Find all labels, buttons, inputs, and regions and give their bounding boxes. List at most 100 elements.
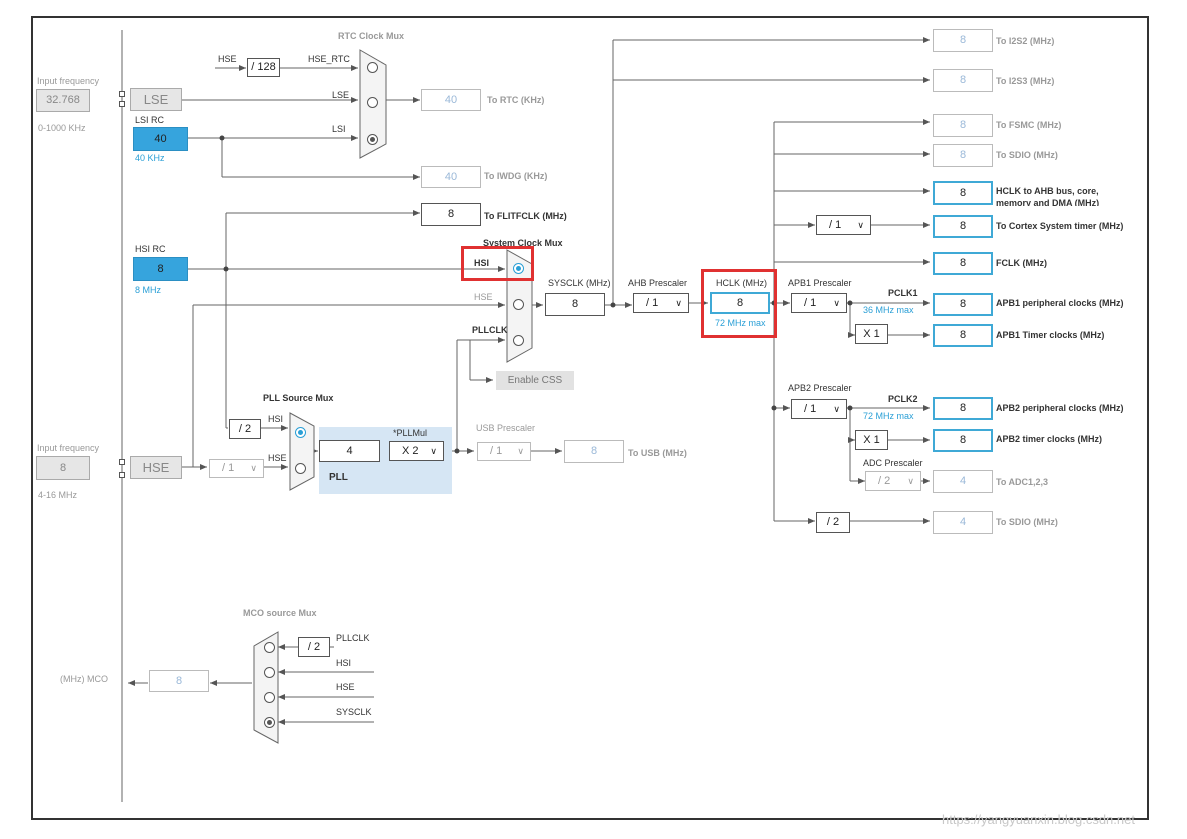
apb2-periph-label: APB2 peripheral clocks (MHz) <box>996 403 1124 413</box>
usb-select-value: / 1 <box>490 445 503 457</box>
apb2-label: APB2 Prescaler <box>788 383 852 393</box>
apb1-timer-label: APB1 Timer clocks (MHz) <box>996 330 1105 340</box>
rtc-radio-hse[interactable] <box>367 62 378 73</box>
fsmc-value: 8 <box>933 114 993 137</box>
apb1-select-value: / 1 <box>804 297 817 309</box>
chevron-down-icon: ∨ <box>250 463 257 473</box>
apb2-select-value: / 1 <box>804 403 817 415</box>
lse-block[interactable]: LSE <box>130 88 182 111</box>
flitf-value: 8 <box>421 203 481 226</box>
apb1-timer-mul: X 1 <box>855 324 888 344</box>
sdio-value: 8 <box>933 144 993 167</box>
mco-label: (MHz) MCO <box>60 674 108 684</box>
mco-sysclk: SYSCLK <box>336 707 372 717</box>
lsi-freq: 40 KHz <box>135 153 165 163</box>
apb2-timer-value: 8 <box>933 429 993 452</box>
apb2-select[interactable]: / 1 ∨ <box>791 399 847 419</box>
pll-src-radio-hsi[interactable] <box>295 427 306 438</box>
rtc-hse-rtc-label: HSE_RTC <box>308 54 350 64</box>
apb1-select[interactable]: / 1 ∨ <box>791 293 847 313</box>
ahb-label: AHB Prescaler <box>628 278 688 288</box>
highlight-hsi <box>461 246 534 281</box>
lsi-value: 40 <box>133 127 188 151</box>
usb-out-label: To USB (MHz) <box>628 448 687 458</box>
rtc-hse-label: HSE <box>218 54 237 64</box>
hse-div-select[interactable]: / 1 ∨ <box>209 459 264 478</box>
pll-mul-label: *PLLMul <box>393 428 428 438</box>
lse-pin-bottom <box>119 101 125 107</box>
adc-select[interactable]: / 2 ∨ <box>865 471 921 491</box>
lse-input-value[interactable]: 32.768 <box>36 89 90 112</box>
sdio2-div: / 2 <box>816 512 850 533</box>
cortex-label: To Cortex System timer (MHz) <box>996 221 1124 231</box>
cortex-select-value: / 1 <box>829 219 842 231</box>
hse-block[interactable]: HSE <box>130 456 182 479</box>
pclk1-label: PCLK1 <box>888 288 918 298</box>
chevron-down-icon: ∨ <box>857 220 864 230</box>
cortex-select[interactable]: / 1 ∨ <box>816 215 871 235</box>
lse-range: 0-1000 KHz <box>38 123 86 133</box>
rtc-lsi-label: LSI <box>332 124 346 134</box>
apb2-timer-label: APB2 timer clocks (MHz) <box>996 434 1103 444</box>
hsi-value: 8 <box>133 257 188 281</box>
usb-label: USB Prescaler <box>476 423 536 433</box>
cortex-value: 8 <box>933 215 993 238</box>
rtc-value: 40 <box>421 89 481 111</box>
apb1-periph-label: APB1 peripheral clocks (MHz) <box>996 298 1124 308</box>
hsi-name: HSI RC <box>135 244 166 254</box>
rtc-radio-lse[interactable] <box>367 97 378 108</box>
rtc-radio-lsi[interactable] <box>367 134 378 145</box>
ahb-select-value: / 1 <box>646 297 659 309</box>
hclk-ahb-label2: memory and DMA (MHz) <box>996 198 1100 206</box>
mco-pllclk: PLLCLK <box>336 633 370 643</box>
pll-src-div2: / 2 <box>229 419 261 439</box>
sysclk-label: SYSCLK (MHz) <box>548 278 611 288</box>
iwdg-value: 40 <box>421 166 481 188</box>
highlight-hclk <box>701 269 777 338</box>
pclk2-label: PCLK2 <box>888 394 918 404</box>
usb-select[interactable]: / 1 ∨ <box>477 442 531 461</box>
sys-mux-pllclk: PLLCLK <box>472 325 508 335</box>
i2s2-value: 8 <box>933 29 993 52</box>
apb1-periph-value: 8 <box>933 293 993 316</box>
enable-css-button[interactable]: Enable CSS <box>496 371 574 390</box>
lse-input-label: Input frequency <box>37 76 100 86</box>
mco-radio-hse[interactable] <box>264 692 275 703</box>
mco-div2: / 2 <box>298 637 330 657</box>
mco-hsi: HSI <box>336 658 352 668</box>
rtc-mux-title: RTC Clock Mux <box>338 31 405 41</box>
mco-value: 8 <box>149 670 209 692</box>
sys-radio-pllclk[interactable] <box>513 335 524 346</box>
fclk-value: 8 <box>933 252 993 275</box>
sys-radio-hse[interactable] <box>513 299 524 310</box>
chevron-down-icon: ∨ <box>833 404 840 414</box>
mco-hse: HSE <box>336 682 355 692</box>
sdio2-value: 4 <box>933 511 993 534</box>
fclk-label: FCLK (MHz) <box>996 258 1047 268</box>
i2s3-label: To I2S3 (MHz) <box>996 76 1055 86</box>
hclk-ahb-label: HCLK to AHB bus, core, <box>996 186 1099 196</box>
sdio-label: To SDIO (MHz) <box>996 150 1058 160</box>
pll-src-radio-hse[interactable] <box>295 463 306 474</box>
mco-radio-hsi[interactable] <box>264 667 275 678</box>
chevron-down-icon: ∨ <box>833 298 840 308</box>
flitf-label: To FLITFCLK (MHz) <box>484 211 567 221</box>
fsmc-label: To FSMC (MHz) <box>996 120 1062 130</box>
ahb-select[interactable]: / 1 ∨ <box>633 293 689 313</box>
pll-mul-select[interactable]: X 2 ∨ <box>389 441 444 461</box>
chevron-down-icon: ∨ <box>430 446 437 456</box>
lsi-name: LSI RC <box>135 115 165 125</box>
pll-src-hse: HSE <box>268 453 287 463</box>
adc-out-label: To ADC1,2,3 <box>996 477 1049 487</box>
usb-value: 8 <box>564 440 624 463</box>
apb2-max: 72 MHz max <box>863 411 914 421</box>
adc-value: 4 <box>933 470 993 493</box>
mco-radio-sysclk[interactable] <box>264 717 275 728</box>
rtc-lse-label: LSE <box>332 90 350 100</box>
apb2-timer-mul: X 1 <box>855 430 888 450</box>
hse-input-label: Input frequency <box>37 443 100 453</box>
hse-input-value[interactable]: 8 <box>36 456 90 480</box>
hse-div-value: / 1 <box>222 462 235 474</box>
apb1-label: APB1 Prescaler <box>788 278 852 288</box>
mco-radio-pllclk[interactable] <box>264 642 275 653</box>
